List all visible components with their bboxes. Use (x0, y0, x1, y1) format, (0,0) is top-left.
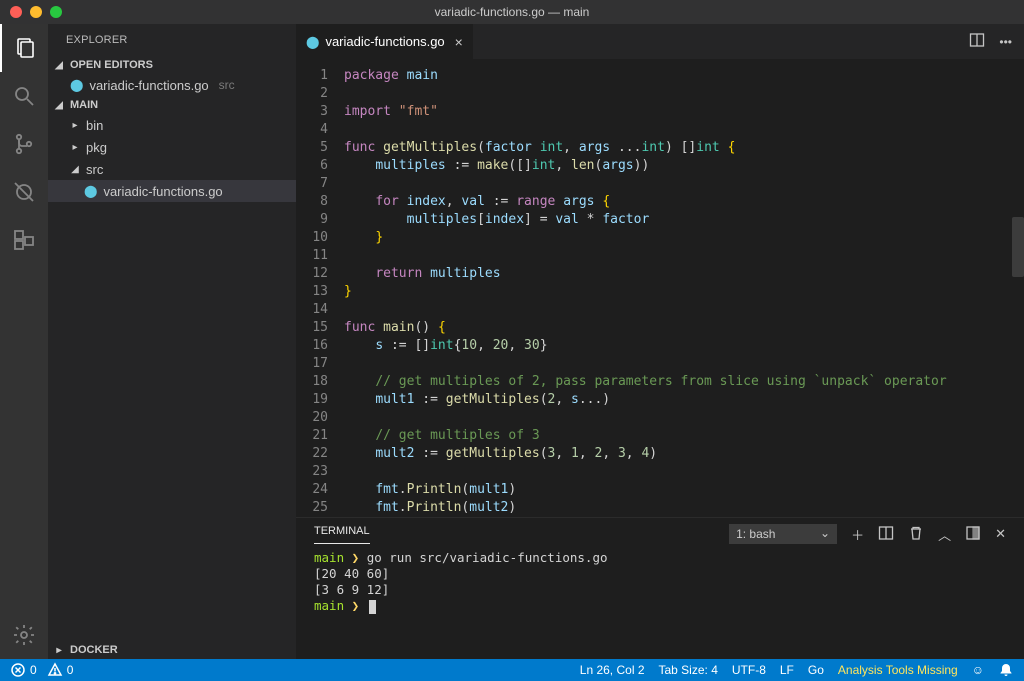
line-numbers: 1234567891011121314151617181920212223242… (296, 67, 344, 517)
extensions-icon[interactable] (0, 216, 48, 264)
folder-label: pkg (86, 140, 107, 155)
chevron-down-icon: ◢ (70, 164, 80, 175)
open-editors-label: OPEN EDITORS (70, 59, 153, 71)
warning-count: 0 (67, 663, 74, 677)
search-icon[interactable] (0, 72, 48, 120)
docker-label: DOCKER (70, 644, 118, 656)
status-analysis-missing[interactable]: Analysis Tools Missing (838, 663, 958, 677)
explorer-sidebar: EXPLORER ◢ OPEN EDITORS ⬤ variadic-funct… (48, 24, 296, 659)
terminal-panel: TERMINAL 1: bash ＋ ︿ ✕ m (296, 517, 1024, 659)
file-item[interactable]: ⬤ variadic-functions.go (48, 180, 296, 202)
sidebar-title: EXPLORER (48, 24, 296, 56)
folder-label: src (86, 162, 103, 177)
status-eol[interactable]: LF (780, 663, 794, 677)
workspace-label: MAIN (70, 99, 98, 111)
chevron-down-icon: ◢ (52, 100, 66, 111)
folder-pkg[interactable]: ▸ pkg (48, 136, 296, 158)
window-controls (10, 6, 62, 18)
source-control-icon[interactable] (0, 120, 48, 168)
more-actions-icon[interactable]: ••• (999, 35, 1012, 49)
go-file-icon: ⬤ (84, 184, 97, 198)
file-label: variadic-functions.go (103, 184, 222, 199)
explorer-icon[interactable] (0, 24, 48, 72)
status-errors[interactable]: 0 (10, 662, 37, 678)
folder-bin[interactable]: ▸ bin (48, 114, 296, 136)
editor-group: ⬤ variadic-functions.go × ••• 1234567891… (296, 24, 1024, 659)
settings-gear-icon[interactable] (0, 611, 48, 659)
status-language[interactable]: Go (808, 663, 824, 677)
editor-tab[interactable]: ⬤ variadic-functions.go × (296, 24, 474, 59)
status-cursor-position[interactable]: Ln 26, Col 2 (580, 663, 645, 677)
split-editor-icon[interactable] (969, 32, 985, 51)
open-editor-filename: variadic-functions.go (89, 78, 208, 93)
split-terminal-icon[interactable] (878, 525, 894, 544)
open-editor-item[interactable]: ⬤ variadic-functions.go src (48, 74, 296, 96)
maximize-window-icon[interactable] (50, 6, 62, 18)
notifications-icon[interactable] (998, 662, 1014, 678)
status-warnings[interactable]: 0 (47, 662, 74, 678)
scrollbar[interactable] (1010, 67, 1024, 517)
terminal-tab[interactable]: TERMINAL (314, 525, 370, 544)
workspace-header[interactable]: ◢ MAIN (48, 96, 296, 114)
close-window-icon[interactable] (10, 6, 22, 18)
docker-header[interactable]: ▸ DOCKER (48, 641, 296, 659)
window-title: variadic-functions.go — main (435, 5, 590, 19)
chevron-right-icon: ▸ (70, 142, 80, 153)
chevron-right-icon: ▸ (70, 120, 80, 131)
status-bar: 0 0 Ln 26, Col 2 Tab Size: 4 UTF-8 LF Go… (0, 659, 1024, 681)
debug-icon[interactable] (0, 168, 48, 216)
chevron-down-icon: ◢ (52, 60, 66, 71)
code-editor[interactable]: 1234567891011121314151617181920212223242… (296, 59, 1024, 517)
terminal-selector[interactable]: 1: bash (729, 524, 837, 544)
minimize-window-icon[interactable] (30, 6, 42, 18)
close-tab-icon[interactable]: × (455, 34, 463, 50)
feedback-icon[interactable]: ☺ (972, 663, 984, 677)
tab-bar: ⬤ variadic-functions.go × ••• (296, 24, 1024, 59)
status-tab-size[interactable]: Tab Size: 4 (659, 663, 718, 677)
folder-label: bin (86, 118, 103, 133)
kill-terminal-icon[interactable] (908, 525, 924, 544)
open-editors-header[interactable]: ◢ OPEN EDITORS (48, 56, 296, 74)
folder-src[interactable]: ◢ src (48, 158, 296, 180)
status-encoding[interactable]: UTF-8 (732, 663, 766, 677)
new-terminal-icon[interactable]: ＋ (851, 525, 864, 544)
scrollbar-thumb[interactable] (1012, 217, 1024, 277)
code-content[interactable]: package mainimport "fmt"func getMultiple… (344, 67, 1010, 517)
titlebar: variadic-functions.go — main (0, 0, 1024, 24)
tab-label: variadic-functions.go (325, 34, 444, 49)
go-file-icon: ⬤ (306, 35, 319, 49)
terminal-output[interactable]: main ❯ go run src/variadic-functions.go[… (296, 550, 1024, 659)
open-editor-path: src (219, 78, 235, 92)
close-panel-icon[interactable]: ✕ (995, 526, 1006, 542)
go-file-icon: ⬤ (70, 78, 83, 92)
maximize-panel-icon[interactable] (965, 525, 981, 544)
activity-bar (0, 24, 48, 659)
chevron-right-icon: ▸ (52, 645, 66, 656)
error-count: 0 (30, 663, 37, 677)
chevron-up-icon[interactable]: ︿ (938, 525, 951, 544)
